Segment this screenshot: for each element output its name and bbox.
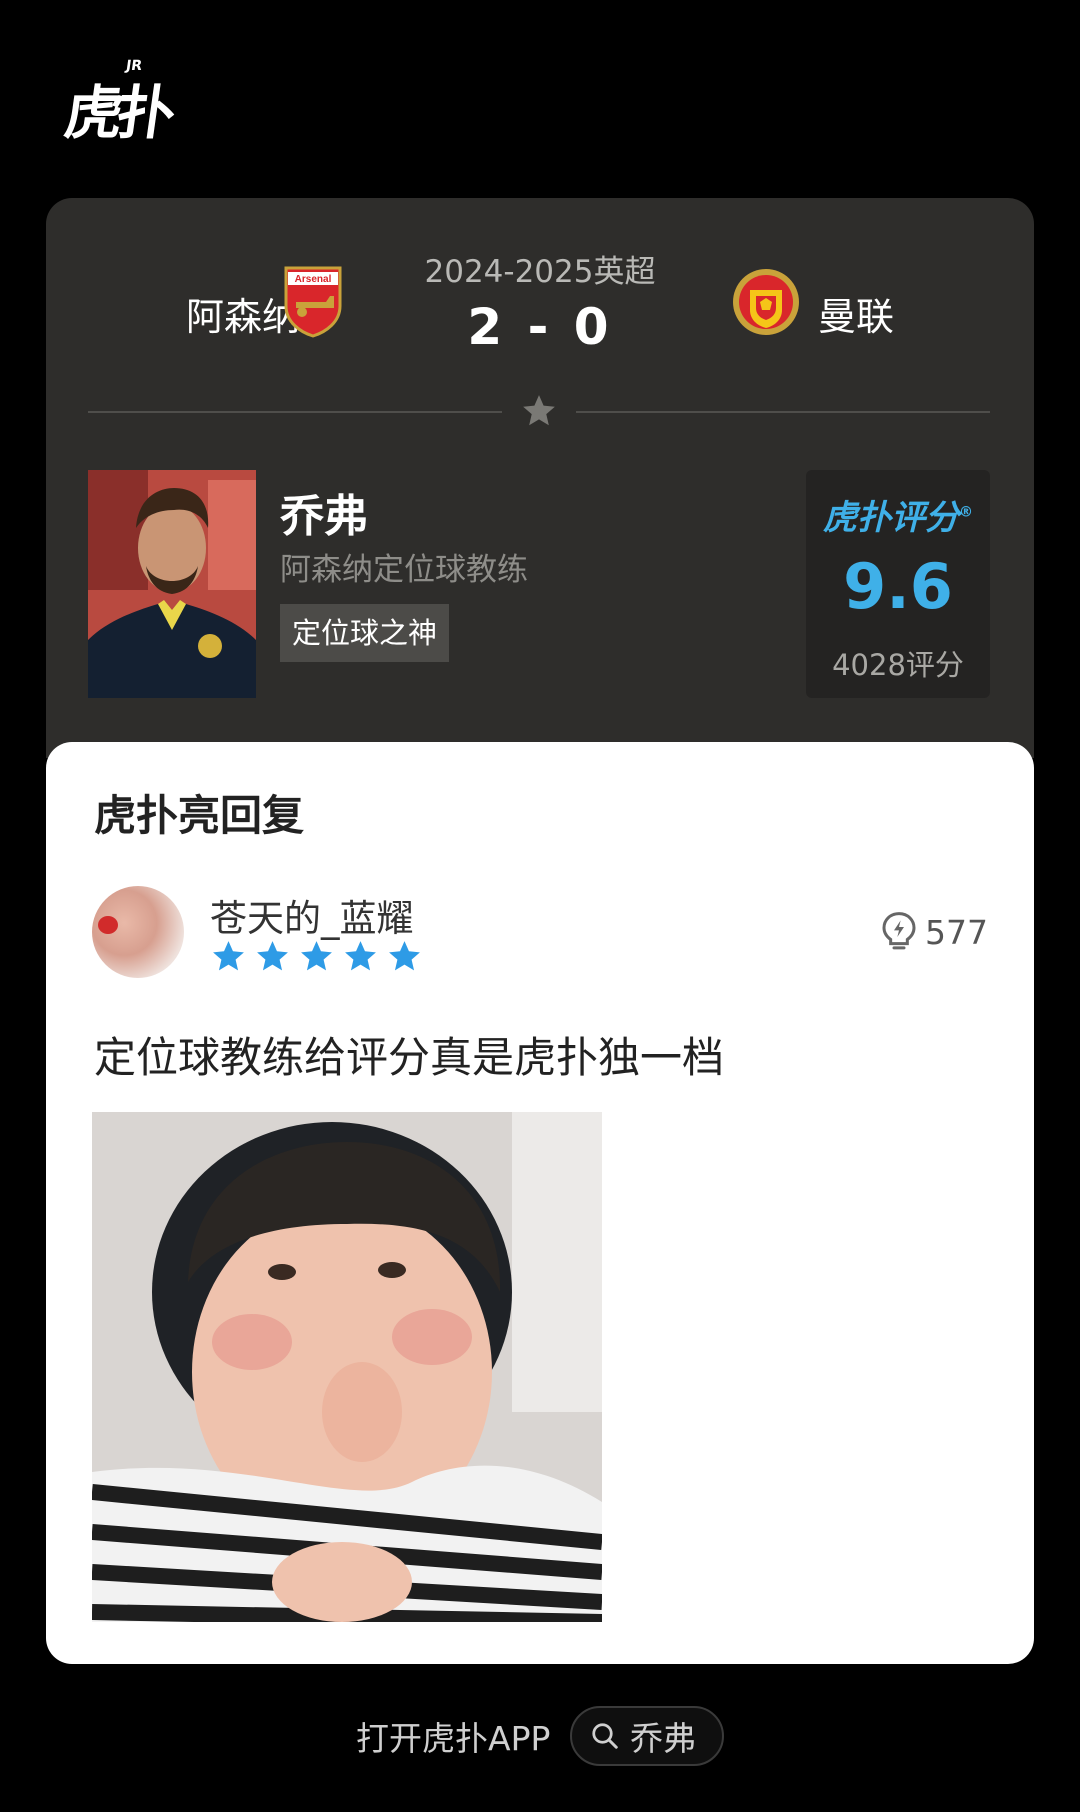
rating-box[interactable]: 虎扑评分® 9.6 4028评分 [806, 470, 990, 698]
lightbulb-icon [882, 912, 916, 950]
arsenal-crest-label: Arsenal [295, 274, 332, 285]
person-name[interactable]: 乔弗 [280, 480, 368, 544]
season-label: 2024-2025英超 [424, 254, 656, 290]
divider-left [88, 411, 502, 413]
reply-text: 定位球教练给评分真是虎扑独一档 [94, 1033, 725, 1082]
search-text: 乔弗 [630, 1719, 696, 1758]
star-icon [301, 941, 332, 971]
logo-text: 虎扑 [60, 79, 175, 147]
top-reply-card: 虎扑亮回复 苍天的_蓝耀 577 定位球教练给评分真是虎扑独一档 [46, 742, 1034, 1664]
star-icon [345, 941, 376, 971]
user-avatar[interactable] [92, 886, 184, 978]
away-team-name[interactable]: 曼联 [818, 286, 894, 341]
rating-brand-label: 虎扑评分 [823, 498, 959, 538]
light-up-button[interactable]: 577 [879, 910, 988, 954]
person-role: 阿森纳定位球教练 [280, 552, 528, 588]
star-icon [213, 941, 244, 971]
reply-star-rating [210, 938, 423, 978]
reply-section-title: 虎扑亮回复 [94, 791, 305, 840]
star-icon [257, 941, 288, 971]
rating-count: 4028评分 [832, 648, 964, 682]
logo-mark: JR [124, 58, 144, 74]
reply-user-name[interactable]: 苍天的_蓝耀 [210, 888, 414, 942]
reply-image[interactable] [92, 1112, 602, 1622]
rating-score: 9.6 [843, 550, 953, 623]
person-tag-badge: 定位球之神 [280, 604, 450, 662]
rating-brand: 虎扑评分® [823, 498, 973, 538]
manchester-united-crest-icon [733, 269, 799, 335]
divider-right [576, 411, 990, 413]
search-icon [592, 1723, 618, 1749]
likes-count: 577 [925, 912, 988, 952]
hupu-logo: 虎扑 JR [61, 58, 176, 148]
search-pill[interactable]: 乔弗 [570, 1706, 724, 1766]
star-divider-icon [523, 395, 555, 426]
star-icon [389, 941, 420, 971]
open-app-link[interactable]: 打开虎扑APP [356, 1712, 550, 1760]
bottom-bar: 打开虎扑APP 乔弗 [0, 1706, 1080, 1770]
person-photo [88, 470, 256, 698]
match-card: 2024-2025英超 阿森纳 Arsenal 2 - 0 曼联 乔弗 阿森纳定… [46, 198, 1034, 758]
